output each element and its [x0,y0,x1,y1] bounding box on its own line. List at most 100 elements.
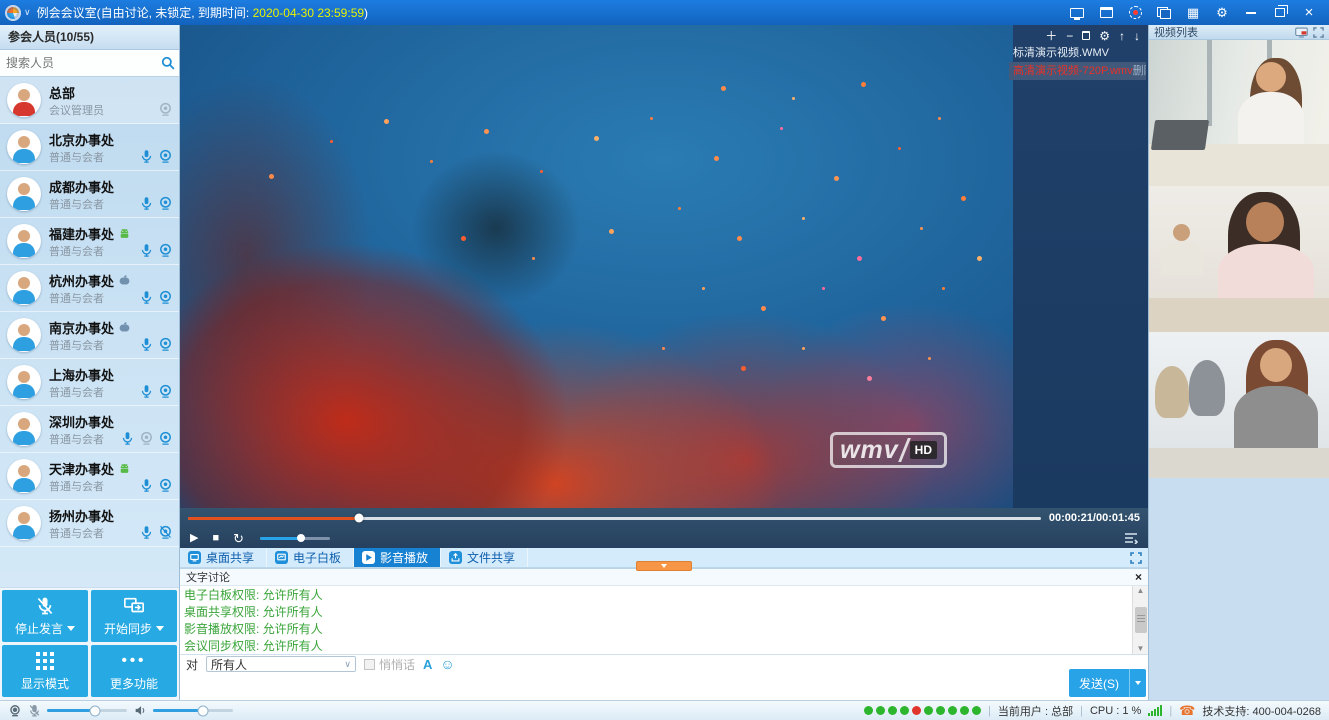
webcam-disabled-icon[interactable] [158,102,173,117]
chat-scrollbar[interactable]: ▲ ▼ [1132,586,1148,654]
microphone-icon[interactable] [139,149,154,164]
participant-row[interactable]: 总部会议管理员 [0,77,179,124]
expiry-time: 2020-04-30 23:59:59 [253,6,364,20]
action-button-layout-grid[interactable]: 显示模式 [2,645,88,697]
mic-volume-slider[interactable] [47,709,127,712]
add-icon[interactable]: ＋ [1045,30,1057,42]
progress-handle[interactable] [354,514,363,523]
webcam-disabled-icon[interactable] [139,431,154,446]
scroll-thumb[interactable] [1135,607,1147,633]
close-icon[interactable]: × [1301,5,1317,21]
webcam-icon[interactable] [158,431,173,446]
settings-icon[interactable]: ⚙ [1099,30,1110,42]
move-down-icon[interactable]: ↓ [1134,30,1140,42]
tab-desktop-share[interactable]: 桌面共享 [180,548,267,567]
scroll-down-icon[interactable]: ▼ [1137,645,1145,653]
progress-bar[interactable] [188,517,1041,520]
stop-button[interactable]: ■ [212,533,219,544]
participant-row[interactable]: 扬州办事处普通与会者 [0,500,179,547]
participant-row[interactable]: 上海办事处普通与会者 [0,359,179,406]
remove-icon[interactable]: − [1066,30,1073,42]
webcam-icon[interactable] [158,337,173,352]
participant-row[interactable]: 北京办事处普通与会者 [0,124,179,171]
mic-volume-handle[interactable] [90,705,101,716]
participant-row[interactable]: 杭州办事处普通与会者 [0,265,179,312]
playlist-items: 标清演示视频.WMV高清演示视频-720P.wmv删除 [1009,44,1146,80]
settings-gear-icon[interactable]: ⚙ [1214,5,1230,21]
cascade-windows-icon[interactable] [1156,5,1172,21]
microphone-icon[interactable] [120,431,135,446]
minimize-icon[interactable] [1243,5,1259,21]
volume-handle[interactable] [297,534,305,542]
speaker-icon[interactable] [133,704,147,717]
action-button-mic-off[interactable]: 停止发言 [2,590,88,642]
microphone-icon[interactable] [139,243,154,258]
send-button[interactable]: 发送(S) [1069,669,1129,697]
mic-muted-icon[interactable] [28,704,41,718]
microphone-icon[interactable] [139,384,154,399]
webcam-icon[interactable] [158,384,173,399]
replay-button[interactable]: ↻ [233,532,244,545]
chat-expand-icon[interactable] [1130,552,1142,564]
webcam-feed-1[interactable] [1149,40,1329,186]
playlist-item[interactable]: 标清演示视频.WMV [1009,44,1146,62]
webcam-feed-2[interactable] [1149,186,1329,332]
play-button[interactable]: ▶ [190,533,198,544]
trash-icon[interactable] [1082,31,1090,40]
window-mode-icon[interactable] [1098,5,1114,21]
recipient-select[interactable]: 所有人 ∨ [206,656,356,672]
dither-grid-icon[interactable]: ▦ [1185,5,1201,21]
emoji-icon[interactable]: ☺ [440,657,454,671]
tab-media-play[interactable]: 影音播放 [354,548,441,567]
participant-row[interactable]: 深圳办事处普通与会者 [0,406,179,453]
microphone-icon[interactable] [139,525,154,540]
participant-row[interactable]: 成都办事处普通与会者 [0,171,179,218]
webcam-icon[interactable] [158,290,173,305]
chevron-down-icon[interactable]: ∨ [24,7,31,18]
webcam-icon[interactable] [158,149,173,164]
playlist-item[interactable]: 高清演示视频-720P.wmv删除 [1009,62,1146,80]
microphone-icon[interactable] [139,290,154,305]
participant-row[interactable]: 南京办事处普通与会者 [0,312,179,359]
webcam-icon[interactable] [158,243,173,258]
send-options-caret[interactable] [1129,669,1146,697]
action-button-more-dots[interactable]: •••更多功能 [91,645,177,697]
speaker-volume-handle[interactable] [197,705,208,716]
webcam-icon[interactable] [158,196,173,211]
webcam-icon[interactable] [158,478,173,493]
status-dot-green [972,706,981,715]
font-icon[interactable]: A [423,657,432,672]
participant-row[interactable]: 天津办事处普通与会者 [0,453,179,500]
whisper-option[interactable]: 悄悄话 [364,656,415,673]
microphone-icon[interactable] [139,337,154,352]
webcam-feed-3[interactable] [1149,332,1329,478]
maximize-icon[interactable] [1272,5,1288,21]
playlist-toggle-icon[interactable] [1124,532,1138,544]
video-canvas[interactable]: wmv HD [180,25,1013,508]
chat-input-area[interactable]: 发送(S) [180,673,1148,699]
record-icon[interactable] [1127,5,1143,21]
chat-close-icon[interactable]: × [1135,571,1142,583]
webcam-status-icon[interactable] [8,704,22,718]
webcam-off-icon[interactable] [158,525,173,540]
screen-share-icon[interactable] [1069,5,1085,21]
tab-whiteboard[interactable]: 电子白板 [267,548,354,567]
microphone-icon[interactable] [139,196,154,211]
move-up-icon[interactable]: ↑ [1119,30,1125,42]
participant-row[interactable]: 福建办事处普通与会者 [0,218,179,265]
whisper-checkbox[interactable] [364,659,375,670]
video-mode-icon[interactable] [1295,27,1308,38]
search-icon[interactable] [161,56,175,70]
speaker-volume-slider[interactable] [153,709,233,712]
chat-toolbar: 对 所有人 ∨ 悄悄话 A ☺ [180,654,1148,673]
video-content-fish [180,25,183,28]
playlist-delete-link[interactable]: 删除 [1133,62,1146,80]
action-button-sync-screens[interactable]: 开始同步 [91,590,177,642]
scroll-up-icon[interactable]: ▲ [1137,587,1145,595]
microphone-icon[interactable] [139,478,154,493]
volume-slider[interactable] [260,537,330,540]
panel-collapse-handle[interactable] [636,561,692,571]
expand-icon[interactable] [1313,27,1324,38]
tab-file-share[interactable]: 文件共享 [441,548,528,567]
search-input[interactable] [6,56,161,70]
